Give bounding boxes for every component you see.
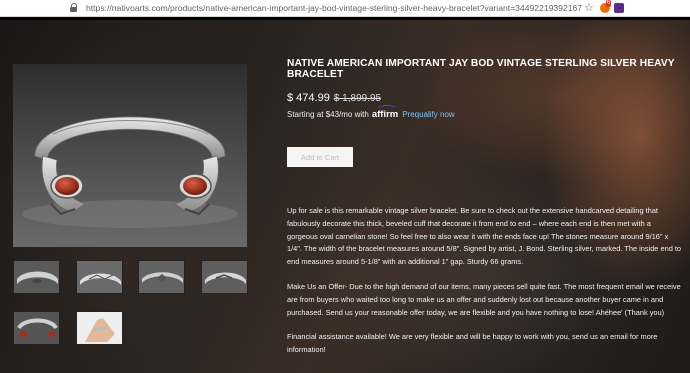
browser-address-bar[interactable]: https://nativoarts.com/products/native-a… bbox=[0, 0, 690, 17]
bookmark-star-icon[interactable]: ☆ bbox=[584, 1, 594, 14]
url-text[interactable]: https://nativoarts.com/products/native-a… bbox=[86, 3, 582, 13]
thumbnail-2[interactable] bbox=[76, 260, 123, 294]
description-paragraph-1: Up for sale is this remarkable vintage s… bbox=[287, 206, 682, 267]
thumbnail-1[interactable] bbox=[13, 260, 60, 294]
wrist-thumb-image bbox=[77, 312, 122, 344]
thumbnail-4[interactable] bbox=[201, 260, 248, 294]
add-to-cart-label: Add to Cart bbox=[301, 152, 339, 162]
compare-price: $ 1,899.95 bbox=[333, 93, 382, 104]
financing-row: Starting at $43/mo with affirm Prequalif… bbox=[287, 105, 455, 120]
description-paragraph-2: Make Us an Offer- Due to the high demand… bbox=[287, 282, 681, 317]
add-to-cart-button[interactable]: Add to Cart bbox=[287, 147, 353, 167]
prequalify-link[interactable]: Prequalify now bbox=[402, 110, 454, 119]
thumbnail-6[interactable] bbox=[76, 311, 123, 345]
bracelet-thumb-image bbox=[139, 261, 184, 293]
price-row: $ 474.99 $ 1,899.95 bbox=[287, 92, 381, 104]
extension-badge: 6 bbox=[606, 0, 612, 7]
sale-price: $ 474.99 bbox=[287, 92, 330, 104]
bracelet-thumb-image bbox=[202, 261, 247, 293]
thumbnail-3[interactable] bbox=[138, 260, 185, 294]
extension-icon-2[interactable] bbox=[614, 3, 624, 13]
bracelet-thumb-image bbox=[14, 261, 59, 293]
affirm-logo: affirm bbox=[371, 105, 399, 120]
main-product-image[interactable] bbox=[13, 64, 247, 247]
bracelet-image bbox=[13, 64, 247, 247]
product-title: NATIVE AMERICAN IMPORTANT JAY BOD VINTAG… bbox=[287, 58, 675, 80]
bracelet-thumb-image bbox=[14, 312, 59, 344]
lock-icon bbox=[70, 3, 78, 13]
financing-text: Starting at $43/mo with bbox=[287, 110, 369, 119]
header-strip bbox=[0, 17, 690, 20]
thumbnail-5[interactable] bbox=[13, 311, 60, 345]
extension-icon[interactable]: 6 bbox=[600, 0, 612, 13]
description-paragraph-3: Financial assistance available! We are v… bbox=[287, 332, 658, 354]
bracelet-thumb-image bbox=[77, 261, 122, 293]
